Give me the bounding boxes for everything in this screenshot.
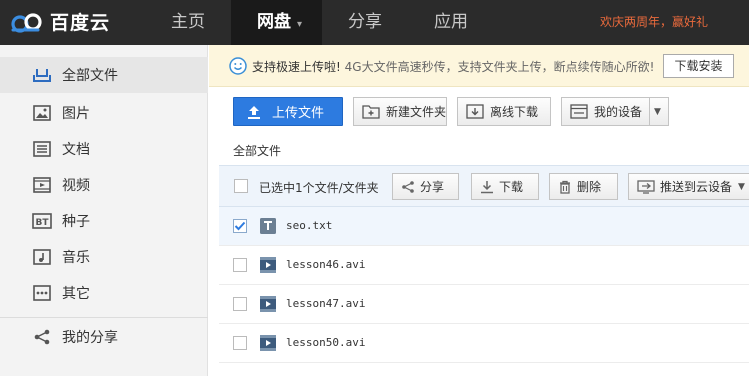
svg-text:BT: BT — [36, 218, 50, 228]
file-row[interactable]: lesson50.avi — [219, 324, 749, 363]
video-file-icon — [260, 257, 276, 273]
sidebar-item-videos[interactable]: 视频 — [0, 167, 208, 203]
offline-download-icon — [466, 104, 484, 119]
delete-button[interactable]: 删除 — [549, 173, 618, 200]
notice-lead: 支持极速上传啦! — [252, 60, 341, 74]
row-checkbox[interactable] — [233, 219, 247, 233]
file-name[interactable]: lesson47.avi — [286, 297, 365, 310]
sidebar-item-label: 文档 — [62, 142, 90, 158]
download-install-button[interactable]: 下载安装 — [663, 54, 734, 78]
upload-file-button[interactable]: 上传文件 — [233, 97, 343, 126]
sidebar-item-label: 视频 — [62, 178, 90, 194]
sidebar-item-label: 图片 — [62, 106, 90, 122]
new-folder-button[interactable]: 新建文件夹 — [353, 97, 447, 126]
trash-icon — [558, 180, 572, 194]
baidu-cloud-logo[interactable]: 百度云 — [8, 8, 110, 35]
all-files-icon — [32, 65, 52, 85]
device-icon — [570, 104, 588, 119]
breadcrumb[interactable]: 全部文件 — [233, 142, 281, 159]
file-row[interactable]: lesson47.avi — [219, 285, 749, 324]
sidebar-item-label: 其它 — [62, 286, 90, 302]
selection-toolbar: 已选中1个文件/文件夹 分享 下载 删除 推送到云设备 ▼ — [219, 165, 749, 207]
smiley-icon — [229, 57, 247, 75]
share-label: 分享 — [420, 180, 445, 194]
file-name[interactable]: lesson46.avi — [286, 258, 365, 271]
sidebar-item-my-shares[interactable]: 我的分享 — [0, 319, 208, 355]
sidebar-item-label: 音乐 — [62, 250, 90, 266]
sidebar-item-label: 我的分享 — [62, 330, 118, 346]
nav-home[interactable]: 主页 — [145, 0, 231, 45]
sidebar-item-images[interactable]: 图片 — [0, 95, 208, 131]
download-icon — [480, 180, 494, 194]
cloud-device-icon — [637, 179, 655, 194]
row-checkbox[interactable] — [233, 336, 247, 350]
file-row[interactable]: lesson46.avi — [219, 246, 749, 285]
sidebar: 全部文件 图片 文档 视频 BT 种子 音乐 其它 我的分享 — [0, 45, 208, 376]
text-file-icon — [260, 218, 276, 234]
download-label: 下载 — [499, 180, 524, 194]
my-devices-label: 我的设备 — [594, 105, 643, 119]
nav-share[interactable]: 分享 — [322, 0, 408, 45]
chevron-down-icon[interactable]: ▼ — [654, 107, 661, 117]
upload-icon — [248, 105, 260, 119]
row-checkbox[interactable] — [233, 297, 247, 311]
main-nav: 主页 网盘 ▾ 分享 应用 — [145, 0, 494, 45]
top-nav-bar: 百度云 主页 网盘 ▾ 分享 应用 欢庆两周年，赢好礼 — [0, 0, 749, 45]
row-checkbox[interactable] — [233, 258, 247, 272]
sidebar-item-torrents[interactable]: BT 种子 — [0, 203, 208, 239]
my-devices-button[interactable]: 我的设备 ▼ — [561, 97, 669, 126]
notice-banner: 支持极速上传啦! 4G大文件高速秒传，支持文件夹上传，断点续传随心所欲! 下载安… — [209, 45, 749, 87]
notice-detail: 4G大文件高速秒传，支持文件夹上传，断点续传随心所欲! — [344, 60, 655, 74]
button-split-divider — [649, 98, 651, 125]
music-icon — [32, 247, 52, 267]
anniversary-promo-link[interactable]: 欢庆两周年，赢好礼 — [600, 13, 708, 30]
share-button[interactable]: 分享 — [392, 173, 459, 200]
push-to-cloud-device-button[interactable]: 推送到云设备 ▼ — [628, 173, 749, 200]
share-icon — [401, 180, 415, 194]
video-file-icon — [260, 296, 276, 312]
video-icon — [32, 175, 52, 195]
torrent-icon: BT — [32, 211, 52, 231]
sidebar-item-all-files[interactable]: 全部文件 — [0, 57, 208, 93]
upload-file-label: 上传文件 — [272, 106, 325, 121]
checkmark-icon — [234, 221, 246, 231]
cloud-logo-icon — [11, 12, 42, 33]
other-icon — [32, 283, 52, 303]
notice-text: 支持极速上传啦! 4G大文件高速秒传，支持文件夹上传，断点续传随心所欲! — [252, 58, 654, 75]
sidebar-item-label: 种子 — [62, 214, 90, 230]
file-name[interactable]: seo.txt — [286, 219, 332, 232]
main-panel: 支持极速上传啦! 4G大文件高速秒传，支持文件夹上传，断点续传随心所欲! 下载安… — [209, 45, 749, 376]
selection-count: 已选中1个文件/文件夹 — [259, 181, 379, 195]
sidebar-item-documents[interactable]: 文档 — [0, 131, 208, 167]
chevron-down-icon[interactable]: ▼ — [738, 182, 745, 192]
offline-download-label: 离线下载 — [490, 105, 539, 119]
new-folder-label: 新建文件夹 — [386, 105, 447, 119]
push-to-cloud-label: 推送到云设备 — [660, 180, 733, 194]
sidebar-divider — [0, 317, 208, 318]
sidebar-item-label: 全部文件 — [62, 68, 118, 84]
file-name[interactable]: lesson50.avi — [286, 336, 365, 349]
sidebar-item-music[interactable]: 音乐 — [0, 239, 208, 275]
nav-apps[interactable]: 应用 — [408, 0, 494, 45]
delete-label: 删除 — [577, 180, 602, 194]
document-icon — [32, 139, 52, 159]
image-icon — [32, 103, 52, 123]
share-icon — [32, 327, 52, 347]
download-button[interactable]: 下载 — [471, 173, 539, 200]
select-all-checkbox[interactable] — [234, 179, 248, 193]
nav-netdisk[interactable]: 网盘 ▾ — [231, 0, 323, 45]
chevron-down-icon: ▾ — [297, 19, 303, 30]
brand-name: 百度云 — [50, 12, 111, 34]
nav-netdisk-label: 网盘 — [257, 12, 291, 32]
file-row[interactable]: seo.txt — [219, 207, 749, 246]
video-file-icon — [260, 335, 276, 351]
new-folder-icon — [362, 104, 380, 119]
offline-download-button[interactable]: 离线下载 — [457, 97, 551, 126]
sidebar-item-other[interactable]: 其它 — [0, 275, 208, 311]
